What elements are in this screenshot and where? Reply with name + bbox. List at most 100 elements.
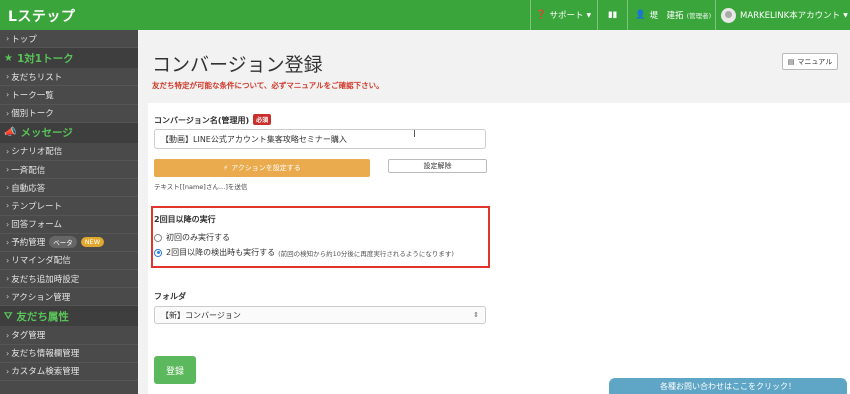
user-icon: 👤 [635, 10, 646, 20]
sidebar-section-heading: ★ 1対1トーク [0, 48, 138, 69]
chevron-right-icon: › [6, 366, 10, 376]
chevron-right-icon: › [6, 183, 10, 193]
bar-chart-icon: ▮▮ [607, 10, 618, 20]
support-menu[interactable]: ❓ サポート ▼ [530, 0, 596, 30]
caret-down-icon: ▼ [843, 11, 848, 19]
question-circle-icon: ❓ [535, 10, 547, 20]
radio-every-time-note: (前回の検知から約10分後に再度実行されるようになります) [278, 249, 454, 258]
manual-notice: 友だち特定が可能な条件について、必ずマニュアルをご確認下さい。 [152, 81, 384, 90]
contact-help-tab[interactable]: 各種お問い合わせはここをクリック！ [609, 378, 847, 394]
filter-icon: ⛛ [4, 310, 13, 322]
star-icon: ★ [4, 52, 13, 64]
set-action-button[interactable]: ⚡ アクションを設定する [154, 159, 370, 177]
manual-button-label: マニュアル [797, 57, 833, 66]
sidebar-item[interactable]: › 回答フォーム [0, 216, 138, 234]
sidebar-item-label: カスタム検索管理 [11, 367, 80, 378]
sidebar-item[interactable]: › テンプレート [0, 197, 138, 216]
conversion-form: コンバージョン名(管理用) 必須 【動画】LINE公式アカウント集客攻略セミナー購… [148, 103, 850, 394]
sidebar-item[interactable]: › 友だちリスト [0, 68, 138, 87]
sidebar-item[interactable]: › 予約管理 ベータ NEW [0, 234, 138, 252]
sidebar-item[interactable]: › 友だち追加時設定 [0, 270, 138, 289]
stats-button[interactable]: ▮▮ [597, 0, 627, 30]
sidebar-section-heading: 📣 メッセージ [0, 122, 138, 143]
sidebar-item-label: シナリオ配信 [11, 147, 63, 158]
sidebar-item-label: 友だち情報欄管理 [11, 349, 80, 360]
sidebar-item-label: 個別トーク [11, 109, 54, 120]
sidebar-item[interactable]: › アクション管理 [0, 288, 138, 307]
chevron-right-icon: › [6, 201, 10, 211]
sidebar: › トップ ★ 1対1トーク › 友だちリスト › トーク一覧 › 個別トーク 📣 メッセージ › シナリ… [0, 30, 138, 394]
sidebar-item-label: トーク一覧 [11, 90, 54, 101]
folder-label: フォルダ [154, 292, 186, 301]
chevron-right-icon: › [6, 108, 10, 118]
chevron-right-icon: › [6, 274, 10, 284]
radio-unchecked[interactable] [154, 233, 162, 242]
account-menu[interactable]: MARKELINK本アカウント ▼ [715, 0, 850, 30]
sidebar-item-label: 回答フォーム [11, 220, 62, 231]
reset-action-button[interactable]: 設定解除 [388, 159, 487, 173]
sidebar-item[interactable]: › 個別トーク [0, 105, 138, 123]
sidebar-item[interactable]: › 一斉配信 [0, 161, 138, 180]
sidebar-item[interactable]: › カスタム検索管理 [0, 363, 138, 381]
conversion-name-input[interactable]: 【動画】LINE公式アカウント集客攻略セミナー購入 [154, 129, 486, 149]
radio-every-time[interactable]: 2回目以降の検出時も実行する (前回の検知から約10分後に再度実行されるようにな… [154, 247, 454, 258]
manual-button[interactable]: ▤ マニュアル [782, 53, 838, 70]
sidebar-item[interactable]: › 友だち情報欄管理 [0, 345, 138, 363]
folder-select[interactable]: 【新】コンバージョン ⇕ [154, 306, 486, 324]
conversion-name-label-text: コンバージョン名(管理用) [154, 116, 250, 125]
beta-badge: ベータ [49, 236, 77, 249]
sidebar-item-label: リマインダ配信 [11, 256, 71, 267]
sidebar-item-label: 友だち属性 [16, 310, 69, 323]
sidebar-item-label: 予約管理 [11, 238, 46, 249]
chevron-right-icon: › [6, 292, 10, 302]
register-button[interactable]: 登録 [154, 356, 196, 384]
sidebar-item[interactable]: › トップ [0, 30, 138, 49]
sidebar-item[interactable]: › トーク一覧 [0, 86, 138, 105]
radio-first-only-label: 初回のみ実行する [166, 233, 230, 242]
user-name: 堤 建拓 [649, 11, 684, 21]
user-menu[interactable]: 👤 堤 建拓 (管理者) [627, 0, 715, 30]
megaphone-icon: 📣 [4, 127, 17, 139]
chevron-right-icon: › [6, 255, 10, 265]
chevron-right-icon: › [6, 219, 10, 229]
chevron-right-icon: › [6, 72, 10, 82]
caret-down-icon: ▼ [586, 11, 592, 19]
radio-first-only[interactable]: 初回のみ実行する [154, 232, 230, 243]
sidebar-item-label: メッセージ [20, 127, 73, 140]
support-label: サポート [549, 11, 584, 21]
radio-every-time-label: 2回目以降の検出時も実行する [166, 248, 276, 257]
sidebar-item-label: トップ [11, 34, 37, 45]
action-summary: テキスト[[name]さん…]を送信 [154, 183, 248, 191]
sidebar-item-label: 一斉配信 [11, 165, 46, 176]
chevron-right-icon: › [6, 146, 10, 156]
top-navigation-bar: Lステップ ❓ サポート ▼ ▮▮ 👤 堤 建拓 (管理者) MARKELINK… [0, 0, 850, 30]
chevron-right-icon: › [6, 348, 10, 358]
bolt-icon: ⚡ [223, 164, 229, 172]
sidebar-item[interactable]: › リマインダ配信 [0, 252, 138, 271]
sidebar-item-label: 友だちリスト [11, 72, 63, 83]
main-content: コンバージョン登録 友だち特定が可能な条件について、必ずマニュアルをご確認下さい… [138, 30, 850, 394]
chevron-right-icon: › [6, 90, 10, 100]
sidebar-item-label: タグ管理 [11, 331, 46, 342]
chevron-right-icon: › [6, 330, 10, 340]
set-action-label: アクションを設定する [231, 164, 301, 172]
chevron-right-icon: › [6, 237, 10, 247]
user-role: (管理者) [686, 12, 712, 20]
account-label: MARKELINK本アカウント [740, 11, 841, 21]
text-cursor-icon: I [413, 129, 416, 140]
page-title: コンバージョン登録 [152, 54, 323, 76]
brand-logo[interactable]: Lステップ [8, 6, 75, 26]
sidebar-item-label: アクション管理 [11, 292, 71, 303]
sidebar-item-label: 1対1トーク [16, 52, 74, 65]
chevron-right-icon: › [6, 34, 10, 44]
conversion-name-label: コンバージョン名(管理用) 必須 [154, 114, 272, 126]
sidebar-item[interactable]: › タグ管理 [0, 326, 138, 345]
sidebar-item[interactable]: › 自動応答 [0, 179, 138, 198]
sidebar-item[interactable]: › シナリオ配信 [0, 143, 138, 161]
radio-checked[interactable] [154, 248, 162, 257]
folder-select-value: 【新】コンバージョン [161, 310, 241, 320]
avatar [721, 7, 736, 23]
sidebar-item-label: テンプレート [11, 201, 62, 212]
sidebar-item-label: 自動応答 [11, 183, 46, 194]
chevron-right-icon: › [6, 165, 10, 175]
